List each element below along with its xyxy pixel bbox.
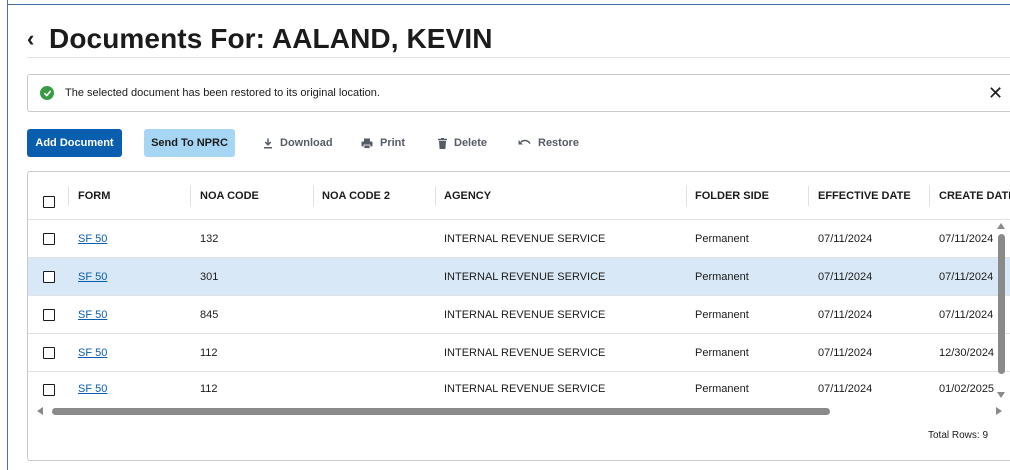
window-border-top (7, 4, 1010, 5)
delete-button[interactable]: Delete (438, 129, 487, 157)
restore-button[interactable]: Restore (518, 129, 579, 157)
horizontal-scroll-thumb[interactable] (52, 408, 830, 415)
trash-icon (438, 137, 447, 149)
folder-side-cell: Permanent (695, 383, 749, 395)
folder-side-cell: Permanent (695, 232, 749, 245)
delete-label: Delete (454, 137, 488, 149)
form-link[interactable]: SF 50 (78, 334, 107, 371)
table-row[interactable]: SF 50 301 INTERNAL REVENUE SERVICE Perma… (28, 258, 1010, 296)
scroll-up-arrow-icon[interactable] (997, 223, 1005, 229)
check-circle-icon (40, 86, 54, 100)
create-date-cell: 12/30/2024 (939, 346, 995, 359)
column-divider (68, 186, 69, 206)
agency-cell: INTERNAL REVENUE SERVICE (444, 232, 606, 245)
title-divider (27, 57, 1010, 58)
form-link[interactable]: SF 50 (78, 296, 107, 333)
print-label: Print (380, 137, 406, 149)
form-link[interactable]: SF 50 (78, 220, 107, 257)
noa-code-cell: 112 (200, 383, 218, 395)
action-toolbar: Add Document Send To NPRC Download Print… (27, 129, 627, 157)
noa-code-cell: 112 (200, 346, 218, 359)
column-header-form[interactable]: FORM (78, 172, 110, 219)
send-to-nprc-button[interactable]: Send To NPRC (144, 129, 235, 157)
create-date-cell: 07/11/2024 (939, 308, 994, 321)
column-divider (686, 186, 687, 206)
vertical-scroll-thumb[interactable] (998, 234, 1005, 374)
folder-side-cell: Permanent (695, 308, 749, 321)
download-label: Download (280, 137, 333, 149)
download-button[interactable]: Download (263, 129, 333, 157)
row-checkbox[interactable] (43, 347, 55, 359)
table-row[interactable]: SF 50 132 INTERNAL REVENUE SERVICE Perma… (28, 220, 1010, 258)
folder-side-cell: Permanent (695, 270, 749, 283)
noa-code-cell: 301 (200, 270, 219, 283)
back-chevron-icon[interactable]: ‹ (27, 24, 49, 54)
printer-icon (361, 138, 373, 149)
effective-date-cell: 07/11/2024 (818, 232, 873, 245)
vertical-scrollbar[interactable] (995, 220, 1008, 406)
create-date-cell: 01/02/2025 (939, 383, 995, 395)
agency-cell: INTERNAL REVENUE SERVICE (444, 308, 606, 321)
form-link[interactable]: SF 50 (78, 372, 107, 406)
row-checkbox[interactable] (43, 384, 55, 396)
row-checkbox[interactable] (43, 233, 55, 245)
column-header-noa-code-2[interactable]: NOA CODE 2 (322, 172, 390, 219)
close-icon[interactable]: ✕ (988, 83, 1003, 103)
table-row[interactable]: SF 50 845 INTERNAL REVENUE SERVICE Perma… (28, 296, 1010, 334)
restore-label: Restore (538, 137, 579, 149)
create-date-cell: 07/11/2024 (939, 270, 994, 283)
success-alert: The selected document has been restored … (27, 74, 1010, 112)
select-all-checkbox[interactable] (43, 196, 55, 208)
page-header: ‹ Documents For: AALAND, KEVIN (27, 22, 493, 56)
row-checkbox[interactable] (43, 271, 55, 283)
scroll-down-arrow-icon[interactable] (997, 392, 1005, 398)
effective-date-cell: 07/11/2024 (818, 308, 873, 321)
column-divider (929, 186, 930, 206)
download-icon (264, 138, 272, 148)
scroll-right-arrow-icon[interactable] (996, 407, 1002, 415)
undo-icon (518, 139, 531, 145)
table-row[interactable]: SF 50 112 INTERNAL REVENUE SERVICE Perma… (28, 334, 1010, 372)
form-link[interactable]: SF 50 (78, 258, 107, 295)
effective-date-cell: 07/11/2024 (818, 346, 873, 359)
agency-cell: INTERNAL REVENUE SERVICE (444, 346, 606, 359)
horizontal-scrollbar[interactable] (28, 404, 1010, 418)
effective-date-cell: 07/11/2024 (818, 383, 873, 395)
alert-message: The selected document has been restored … (65, 87, 380, 99)
column-header-noa-code[interactable]: NOA CODE (200, 172, 259, 219)
table-header-row: FORM NOA CODE NOA CODE 2 AGENCY FOLDER S… (28, 172, 1010, 220)
create-date-cell: 07/11/2024 (939, 232, 994, 245)
scroll-left-arrow-icon[interactable] (37, 407, 43, 415)
window-border-left (7, 0, 8, 470)
add-document-button[interactable]: Add Document (27, 129, 122, 157)
agency-cell: INTERNAL REVENUE SERVICE (444, 270, 606, 283)
column-header-folder-side[interactable]: FOLDER SIDE (695, 172, 769, 219)
agency-cell: INTERNAL REVENUE SERVICE (444, 383, 606, 395)
table-row[interactable]: SF 50 112 INTERNAL REVENUE SERVICE Perma… (28, 372, 1010, 406)
column-divider (313, 186, 314, 206)
print-button[interactable]: Print (361, 129, 405, 157)
effective-date-cell: 07/11/2024 (818, 270, 873, 283)
folder-side-cell: Permanent (695, 346, 749, 359)
total-rows-count: Total Rows: 9 (928, 430, 989, 441)
documents-table: FORM NOA CODE NOA CODE 2 AGENCY FOLDER S… (27, 171, 1010, 461)
column-header-effective-date[interactable]: EFFECTIVE DATE (818, 172, 911, 219)
column-header-create-date[interactable]: CREATE DATE (939, 172, 1010, 219)
column-divider (190, 186, 191, 206)
page-title: Documents For: AALAND, KEVIN (49, 23, 493, 54)
column-divider (435, 186, 436, 206)
noa-code-cell: 132 (200, 232, 219, 245)
row-checkbox[interactable] (43, 309, 55, 321)
noa-code-cell: 845 (200, 308, 219, 321)
column-divider (808, 186, 809, 206)
column-header-agency[interactable]: AGENCY (444, 172, 491, 219)
